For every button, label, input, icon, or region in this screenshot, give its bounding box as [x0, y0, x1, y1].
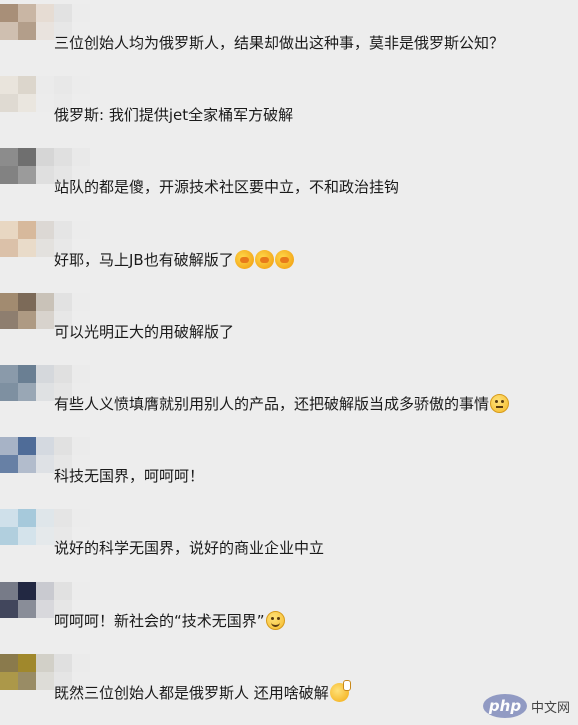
comment-item: 科技无国界，呵呵呵！	[0, 437, 578, 509]
comment-text: 可以光明正大的用破解版了	[54, 321, 234, 343]
comment-body: 科技无国界，呵呵呵！	[54, 467, 205, 486]
comment-body: 可以光明正大的用破解版了	[54, 322, 235, 341]
watermark-text: 中文网	[530, 700, 570, 716]
comment-body: 呵呵呵！新社会的“技术无国界”	[54, 611, 265, 630]
comment-text: 说好的科学无国界，说好的商业企业中立	[54, 537, 324, 559]
comment-item: 站队的都是傻，开源技术社区要中立，不和政治挂钩	[0, 148, 578, 220]
comment-text: 站队的都是傻，开源技术社区要中立，不和政治挂钩	[54, 176, 399, 198]
comment-item: 俄罗斯: 我们提供jet全家桶军方破解	[0, 76, 578, 148]
comment-item: 有些人义愤填膺就别用别人的产品，还把破解版当成多骄傲的事情	[0, 365, 578, 437]
comment-item: 好耶，马上JB也有破解版了	[0, 220, 578, 293]
comment-body: 三位创始人均为俄罗斯人，结果却做出这种事，莫非是俄罗斯公知？	[54, 34, 505, 52]
comment-text: 俄罗斯: 我们提供jet全家桶军方破解	[54, 104, 293, 126]
comment-item: 呵呵呵！新社会的“技术无国界”	[0, 581, 578, 654]
comment-body: 有些人义愤填膺就别用别人的产品，还把破解版当成多骄傲的事情	[54, 395, 490, 413]
facepalm-emoji	[254, 249, 274, 269]
comment-text: 有些人义愤填膺就别用别人的产品，还把破解版当成多骄傲的事情	[54, 393, 510, 415]
comment-text: 既然三位创始人都是俄罗斯人 还用啥破解	[54, 679, 351, 704]
comment-item: 可以光明正大的用破解版了	[0, 292, 578, 365]
comment-item: 说好的科学无国界，说好的商业企业中立	[0, 509, 578, 581]
awkward-emoji	[490, 394, 510, 413]
watermark: php 中文网	[482, 693, 570, 719]
comment-text: 呵呵呵！新社会的“技术无国界”	[54, 610, 285, 632]
comment-body: 站队的都是傻，开源技术社区要中立，不和政治挂钩	[54, 178, 400, 197]
shush-emoji	[329, 679, 351, 702]
comment-body: 好耶，马上JB也有破解版了	[54, 250, 234, 269]
facepalm-emoji	[274, 249, 294, 269]
comment-body: 既然三位创始人都是俄罗斯人 还用啥破解	[54, 683, 329, 702]
comment-feed: 三位创始人均为俄罗斯人，结果却做出这种事，莫非是俄罗斯公知？ 俄罗斯: 我们提供j…	[0, 0, 578, 725]
comment-text: 三位创始人均为俄罗斯人，结果却做出这种事，莫非是俄罗斯公知？	[54, 32, 504, 54]
smile-emoji	[265, 610, 285, 630]
comment-text: 科技无国界，呵呵呵！	[54, 465, 204, 487]
comment-text: 好耶，马上JB也有破解版了	[54, 249, 294, 271]
php-logo: php	[482, 694, 527, 718]
comment-body: 俄罗斯: 我们提供jet全家桶军方破解	[54, 106, 294, 125]
comment-item: 三位创始人均为俄罗斯人，结果却做出这种事，莫非是俄罗斯公知？	[0, 4, 578, 76]
facepalm-emoji	[234, 249, 254, 269]
comment-body: 说好的科学无国界，说好的商业企业中立	[54, 539, 325, 558]
